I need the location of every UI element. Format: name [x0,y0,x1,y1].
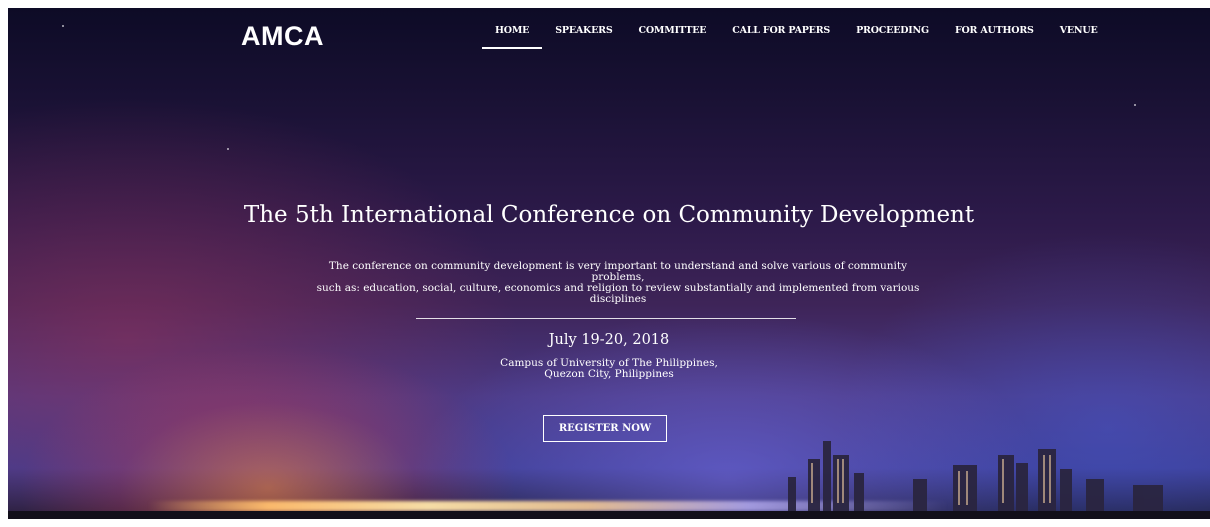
divider [416,318,796,319]
conference-venue: Campus of University of The Philippines,… [8,358,1210,380]
star-decoration [227,148,229,150]
nav-for-authors[interactable]: FOR AUTHORS [942,23,1047,42]
city-skyline-image [8,429,1210,519]
star-decoration [1134,104,1136,106]
conference-title: The 5th International Conference on Comm… [243,202,975,228]
main-nav: HOME SPEAKERS COMMITTEE CALL FOR PAPERS … [482,23,1111,49]
hero-banner: AMCA HOME SPEAKERS COMMITTEE CALL FOR PA… [8,8,1210,519]
nav-proceeding[interactable]: PROCEEDING [843,23,942,42]
nav-venue[interactable]: VENUE [1047,23,1111,42]
nav-home[interactable]: HOME [482,23,543,49]
nav-committee[interactable]: COMMITTEE [626,23,720,42]
skyline-buildings [788,441,1163,511]
nav-call-for-papers[interactable]: CALL FOR PAPERS [719,23,843,42]
nav-speakers[interactable]: SPEAKERS [542,23,625,42]
ground [8,511,1210,519]
conference-date: July 19-20, 2018 [548,332,670,348]
description-line: disciplines [589,293,647,305]
star-decoration [62,25,64,27]
venue-line: Quezon City, Philippines [544,368,674,380]
description-line: The conference on community development … [328,260,908,283]
conference-description: The conference on community development … [308,261,928,305]
site-logo[interactable]: AMCA [241,21,324,52]
